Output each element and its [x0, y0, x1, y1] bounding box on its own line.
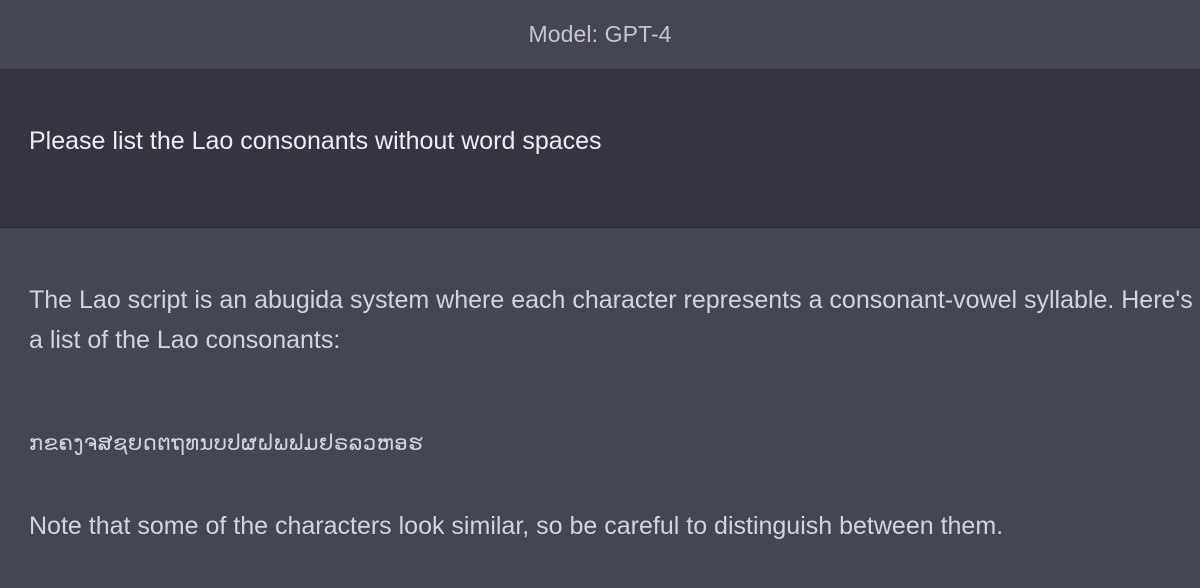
user-message: Please list the Lao consonants without w…	[0, 70, 1200, 228]
assistant-paragraph-note: Note that some of the characters look si…	[29, 512, 1004, 540]
assistant-message: The Lao script is an abugida system wher…	[0, 228, 1200, 588]
chat-page: Model: GPT-4 Please list the Lao consona…	[0, 0, 1200, 588]
assistant-consonant-list: ກຂຄງຈສຊຍດຕຖທນບປຜຝພຟມຢຣລວຫອຮ	[29, 432, 424, 455]
model-label: Model: GPT-4	[528, 21, 672, 47]
model-header: Model: GPT-4	[0, 0, 1200, 70]
user-message-text: Please list the Lao consonants without w…	[29, 127, 602, 155]
assistant-paragraph-intro: The Lao script is an abugida system wher…	[29, 286, 1193, 354]
